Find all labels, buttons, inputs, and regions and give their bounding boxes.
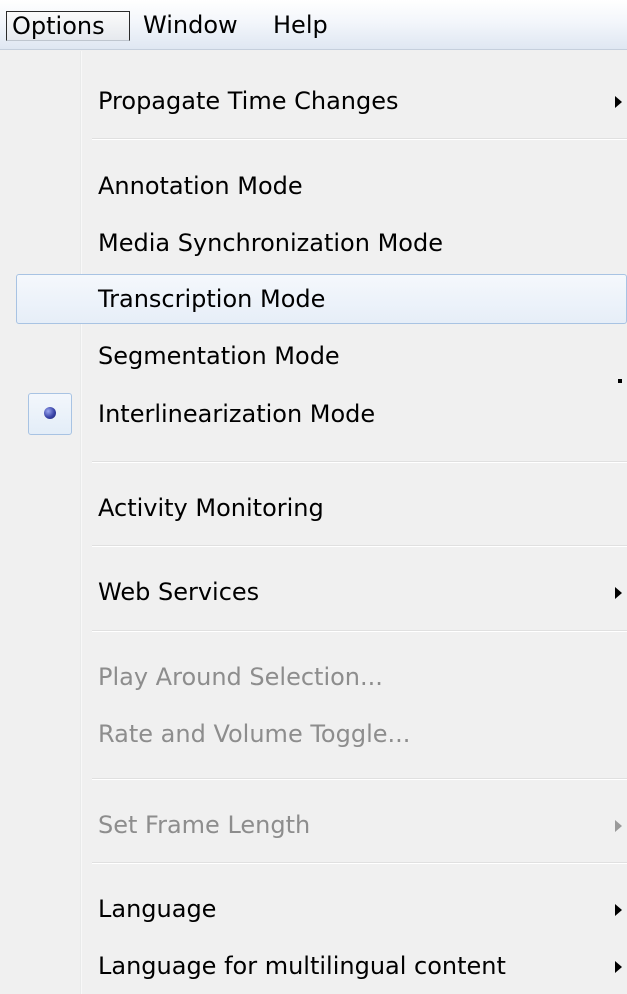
menu-item-label: Annotation Mode (98, 172, 303, 200)
menu-item-language-for-multilingual-content[interactable]: Language for multilingual content (4, 941, 627, 991)
menu-item-play-around-selection[interactable]: Play Around Selection... (4, 652, 627, 702)
menu-item-label: Language for multilingual content (98, 952, 506, 980)
menu-item-propagate-time-changes[interactable]: Propagate Time Changes (4, 76, 627, 126)
submenu-arrow-icon (615, 587, 622, 599)
menu-item-activity-monitoring[interactable]: Activity Monitoring (4, 483, 627, 533)
menu-options[interactable]: Options (6, 11, 130, 41)
menu-item-label: Play Around Selection... (98, 663, 383, 691)
menu-item-label: Propagate Time Changes (98, 87, 399, 115)
menu-item-label: Transcription Mode (98, 285, 326, 313)
menu-item-media-synchronization-mode[interactable]: Media Synchronization Mode (4, 218, 627, 268)
radio-selected-icon (28, 393, 72, 435)
options-dropdown-menu: Propagate Time Changes Annotation Mode M… (4, 51, 627, 994)
menu-item-label: Media Synchronization Mode (98, 229, 443, 257)
menu-item-label: Language (98, 895, 217, 923)
menu-separator (92, 461, 627, 463)
menu-item-annotation-mode[interactable]: Annotation Mode (4, 161, 627, 211)
submenu-arrow-icon (615, 820, 622, 832)
menu-window[interactable]: Window (138, 11, 243, 41)
menu-item-label: Rate and Volume Toggle... (98, 720, 411, 748)
submenu-arrow-icon (615, 96, 622, 108)
menu-item-web-services[interactable]: Web Services (4, 567, 627, 617)
menu-item-segmentation-mode[interactable]: Segmentation Mode (4, 331, 627, 381)
submenu-arrow-icon (615, 904, 622, 916)
menu-help[interactable]: Help (268, 11, 333, 41)
menu-separator (92, 778, 627, 780)
menu-item-label: Interlinearization Mode (98, 400, 376, 428)
menu-bar: Options Window Help (0, 0, 627, 50)
menu-item-label: Activity Monitoring (98, 494, 324, 522)
menu-separator (92, 545, 627, 547)
menu-item-interlinearization-mode[interactable]: Interlinearization Mode (4, 389, 627, 439)
menu-item-label: Set Frame Length (98, 811, 311, 839)
menu-separator (92, 630, 627, 632)
submenu-arrow-icon (615, 961, 622, 973)
radio-dot-icon (44, 407, 56, 419)
menu-item-set-frame-length[interactable]: Set Frame Length (4, 800, 627, 850)
menu-separator (92, 862, 627, 864)
menu-item-rate-and-volume-toggle[interactable]: Rate and Volume Toggle... (4, 709, 627, 759)
menu-item-language[interactable]: Language (4, 884, 627, 934)
menu-item-label: Segmentation Mode (98, 342, 340, 370)
menu-item-label: Web Services (98, 578, 260, 606)
menu-separator (92, 138, 627, 140)
stray-dot (618, 379, 622, 383)
menu-item-transcription-mode[interactable]: Transcription Mode (16, 274, 627, 324)
